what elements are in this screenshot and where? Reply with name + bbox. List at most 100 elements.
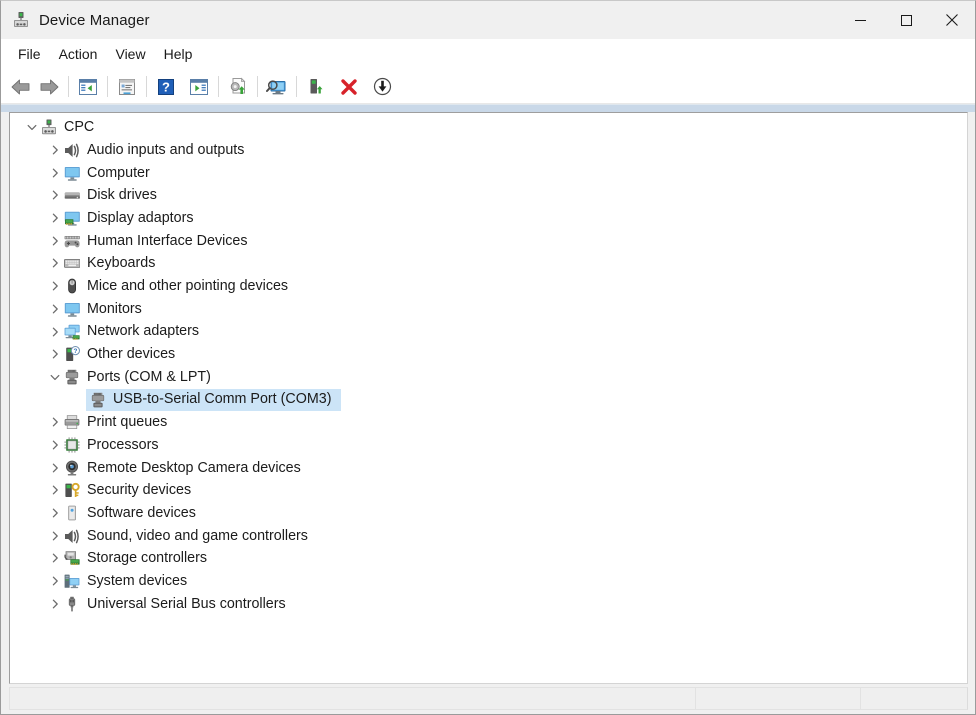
- security-key-icon: [63, 482, 80, 499]
- chevron-right-icon[interactable]: [46, 298, 63, 320]
- tree-item[interactable]: Human Interface Devices: [10, 229, 967, 252]
- tree-item[interactable]: System devices: [10, 570, 967, 593]
- uninstall-device-button[interactable]: [335, 73, 363, 100]
- tree-item[interactable]: Universal Serial Bus controllers: [10, 592, 967, 615]
- scan-for-hardware-changes-button[interactable]: [263, 73, 291, 100]
- chevron-right-icon[interactable]: [46, 207, 63, 229]
- tree-item-label: Mice and other pointing devices: [87, 279, 293, 293]
- toolbar-separator: [296, 76, 297, 97]
- chevron-right-icon[interactable]: [46, 593, 63, 615]
- tree-item[interactable]: Disk drives: [10, 184, 967, 207]
- title-bar: Device Manager: [1, 1, 975, 39]
- window-controls: [837, 1, 975, 39]
- serial-port-icon: [63, 368, 80, 385]
- chevron-right-icon[interactable]: [46, 252, 63, 274]
- tree-item[interactable]: Audio inputs and outputs: [10, 139, 967, 162]
- toolbar-separator: [68, 76, 69, 97]
- properties-window-icon: [117, 78, 137, 96]
- tree-item[interactable]: Remote Desktop Camera devices: [10, 456, 967, 479]
- chevron-right-icon[interactable]: [46, 502, 63, 524]
- chevron-right-icon[interactable]: [46, 570, 63, 592]
- chevron-right-icon[interactable]: [46, 525, 63, 547]
- forward-arrow-icon: [38, 78, 60, 96]
- chevron-right-icon[interactable]: [46, 479, 63, 501]
- tree-item[interactable]: ? Other devices: [10, 343, 967, 366]
- chevron-right-icon[interactable]: [46, 321, 63, 343]
- usb-icon: [63, 595, 80, 612]
- properties-button[interactable]: [113, 73, 141, 100]
- device-tree[interactable]: CPC Audio inputs and outputs Computer Di…: [9, 112, 968, 684]
- chevron-right-icon[interactable]: [46, 139, 63, 161]
- tree-item[interactable]: Security devices: [10, 479, 967, 502]
- tree-item[interactable]: CPC: [10, 116, 967, 139]
- down-arrow-circle-icon: [373, 77, 392, 96]
- chevron-right-icon[interactable]: [46, 230, 63, 252]
- status-pane-secondary: [695, 687, 861, 710]
- tree-item[interactable]: Sound, video and game controllers: [10, 524, 967, 547]
- enable-device-button[interactable]: [302, 73, 330, 100]
- back-button[interactable]: [7, 73, 35, 100]
- tree-item[interactable]: Ports (COM & LPT): [10, 366, 967, 389]
- toolbar-separator: [107, 76, 108, 97]
- unknown-device-icon: ?: [63, 346, 80, 363]
- tree-item[interactable]: Keyboards: [10, 252, 967, 275]
- chevron-down-icon[interactable]: [46, 366, 63, 388]
- keyboard-icon: [63, 255, 80, 272]
- maximize-button[interactable]: [883, 1, 929, 39]
- menu-item-action[interactable]: Action: [50, 42, 107, 66]
- close-icon: [946, 14, 958, 26]
- update-driver-icon: [228, 77, 249, 96]
- chevron-right-icon[interactable]: [46, 343, 63, 365]
- tree-item[interactable]: Print queues: [10, 411, 967, 434]
- chevron-right-icon[interactable]: [46, 547, 63, 569]
- close-button[interactable]: [929, 1, 975, 39]
- tree-item[interactable]: Display adaptors: [10, 207, 967, 230]
- tree-item-label: Computer: [87, 166, 155, 180]
- tree-item-label: USB-to-Serial Comm Port (COM3): [113, 392, 336, 406]
- window-title: Device Manager: [39, 12, 150, 29]
- chevron-right-icon[interactable]: [46, 457, 63, 479]
- minimize-icon: [855, 15, 866, 26]
- menu-item-view[interactable]: View: [106, 42, 154, 66]
- console-tree-icon: [78, 78, 98, 96]
- tree-item[interactable]: Mice and other pointing devices: [10, 275, 967, 298]
- tree-item-label: Other devices: [87, 347, 180, 361]
- show-hide-console-tree-button[interactable]: [74, 73, 102, 100]
- tree-item[interactable]: Computer: [10, 161, 967, 184]
- tree-item-label: Monitors: [87, 302, 147, 316]
- chevron-right-icon[interactable]: [46, 162, 63, 184]
- chevron-down-icon[interactable]: [23, 116, 40, 138]
- chevron-right-icon[interactable]: [46, 411, 63, 433]
- device-manager-window: Device Manager File Action View: [0, 0, 976, 715]
- toolbar-separator: [257, 76, 258, 97]
- chevron-right-icon[interactable]: [46, 275, 63, 297]
- update-driver-button[interactable]: [224, 73, 252, 100]
- minimize-button[interactable]: [837, 1, 883, 39]
- system-device-icon: [63, 573, 80, 590]
- toolbar-separator: [146, 76, 147, 97]
- tree-item-selected[interactable]: USB-to-Serial Comm Port (COM3): [10, 388, 967, 411]
- tree-item[interactable]: Network adapters: [10, 320, 967, 343]
- tree-item-label: Audio inputs and outputs: [87, 143, 249, 157]
- tree-item-label: Human Interface Devices: [87, 234, 253, 248]
- forward-button[interactable]: [35, 73, 63, 100]
- toolbar-separator: [218, 76, 219, 97]
- device-manager-icon: [12, 11, 30, 29]
- menu-item-file[interactable]: File: [9, 42, 50, 66]
- show-hide-action-pane-button[interactable]: [185, 73, 213, 100]
- tree-item[interactable]: Software devices: [10, 502, 967, 525]
- back-arrow-icon: [10, 78, 32, 96]
- scan-hardware-icon: [266, 77, 288, 96]
- tree-item[interactable]: Processors: [10, 434, 967, 457]
- question-mark-icon: ?: [157, 78, 175, 96]
- tree-item[interactable]: Storage controllers: [10, 547, 967, 570]
- content-area: CPC Audio inputs and outputs Computer Di…: [1, 112, 975, 684]
- chevron-right-icon[interactable]: [46, 184, 63, 206]
- disable-device-button[interactable]: [368, 73, 396, 100]
- help-button[interactable]: ?: [152, 73, 180, 100]
- tree-item[interactable]: Monitors: [10, 298, 967, 321]
- action-pane-icon: [189, 78, 209, 96]
- chevron-right-icon[interactable]: [46, 434, 63, 456]
- tree-item-label: CPC: [64, 120, 99, 134]
- menu-item-help[interactable]: Help: [155, 42, 202, 66]
